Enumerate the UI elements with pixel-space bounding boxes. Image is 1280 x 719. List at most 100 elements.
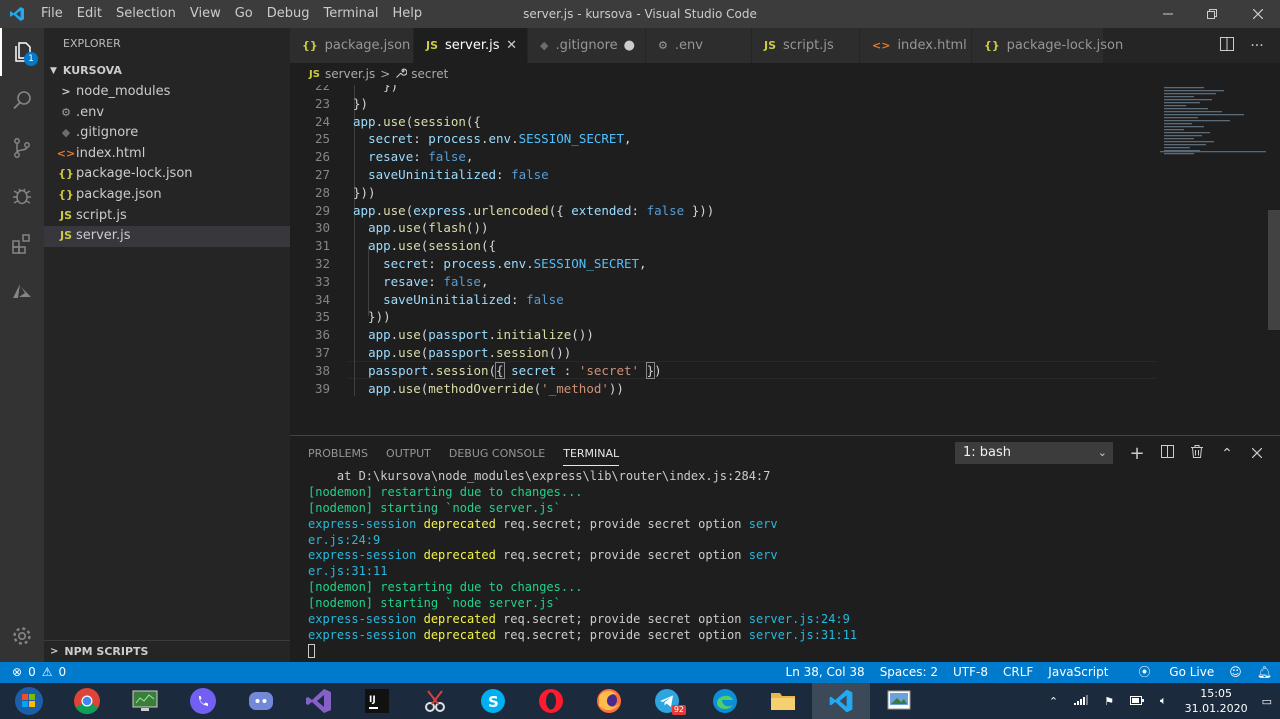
problems-status[interactable]: ⊗ 0 ⚠ 0: [12, 662, 66, 683]
encoding[interactable]: UTF-8: [953, 662, 988, 683]
tab-output[interactable]: OUTPUT: [386, 436, 431, 471]
taskbar-task-manager[interactable]: [116, 683, 174, 719]
skype-icon: S: [481, 689, 505, 713]
taskbar-telegram[interactable]: 92: [638, 683, 696, 719]
file-tree-label: node_modules: [76, 84, 171, 99]
taskbar-opera[interactable]: [522, 683, 580, 719]
editor-tab[interactable]: JS server.js ✕: [414, 28, 528, 63]
more-actions-button[interactable]: ···: [1242, 38, 1272, 54]
menu-debug[interactable]: Debug: [260, 0, 317, 28]
menu-terminal[interactable]: Terminal: [317, 0, 386, 28]
file-tree-item[interactable]: > node_modules: [44, 82, 290, 103]
file-tree-item[interactable]: {} package-lock.json: [44, 164, 290, 185]
terminal-output[interactable]: at D:\kursova\node_modules\express\lib\r…: [308, 469, 1268, 660]
taskbar-edge[interactable]: [696, 683, 754, 719]
terminal-select[interactable]: 1: bash ⌄: [955, 442, 1113, 464]
breadcrumb-file[interactable]: server.js: [325, 67, 375, 81]
taskbar-paint[interactable]: [870, 683, 928, 719]
code-editor[interactable]: 22 }) 23}) 24 app.use(session({ 25 secret…: [290, 85, 1280, 435]
taskbar-skype[interactable]: S: [464, 683, 522, 719]
file-tree-item[interactable]: ⚙ .env: [44, 103, 290, 124]
editor-tab[interactable]: JS script.js: [752, 28, 860, 63]
manage-activity[interactable]: [0, 612, 44, 660]
split-terminal-button[interactable]: [1152, 445, 1182, 462]
start-button[interactable]: [0, 683, 58, 719]
line-number: 23: [314, 95, 330, 111]
editor-tab[interactable]: {} package.json: [290, 28, 414, 63]
minimize-button[interactable]: [1148, 0, 1188, 28]
go-live-button[interactable]: ⦿ Go Live: [1123, 662, 1214, 683]
flag-icon[interactable]: ⚑: [1104, 695, 1114, 708]
extensions-activity[interactable]: [0, 220, 44, 268]
taskbar-snipping-tool[interactable]: [406, 683, 464, 719]
tab-problems[interactable]: PROBLEMS: [308, 436, 368, 471]
show-hidden-icons-button[interactable]: ⌃: [1049, 695, 1058, 708]
chevron-right-icon: >: [50, 646, 59, 657]
file-tree-item[interactable]: JS script.js: [44, 206, 290, 227]
taskbar-viber[interactable]: [174, 683, 232, 719]
source-control-activity[interactable]: [0, 124, 44, 172]
visual-studio-icon: [306, 689, 331, 713]
azure-activity[interactable]: [0, 268, 44, 316]
indentation[interactable]: Spaces: 2: [880, 662, 938, 683]
file-tree-item[interactable]: ◆ .gitignore: [44, 123, 290, 144]
tab-terminal[interactable]: TERMINAL: [563, 442, 620, 466]
taskbar-firefox[interactable]: [580, 683, 638, 719]
taskbar-file-explorer[interactable]: [754, 683, 812, 719]
editor-tab[interactable]: {} package-lock.json: [972, 28, 1123, 63]
menu-selection[interactable]: Selection: [109, 0, 183, 28]
split-editor-button[interactable]: [1212, 36, 1242, 55]
editor-scrollbar[interactable]: [1268, 210, 1280, 330]
volume-icon[interactable]: 🔈︎: [1160, 694, 1167, 708]
language-mode[interactable]: JavaScript: [1048, 662, 1108, 683]
folder-header[interactable]: ▼ KURSOVA: [44, 60, 290, 82]
menu-help[interactable]: Help: [385, 0, 429, 28]
tab-debug-console[interactable]: DEBUG CONSOLE: [449, 436, 545, 471]
editor-tab[interactable]: ⚙ .env: [646, 28, 752, 63]
minimap[interactable]: [1160, 85, 1266, 165]
file-tree-item[interactable]: {} package.json: [44, 185, 290, 206]
taskbar-vscode[interactable]: [812, 683, 870, 719]
taskbar-chrome[interactable]: [58, 683, 116, 719]
line-number: 32: [314, 256, 330, 271]
menu-bar: File Edit Selection View Go Debug Termin…: [34, 0, 429, 28]
npm-scripts-section[interactable]: > NPM SCRIPTS: [44, 640, 290, 662]
debug-activity[interactable]: [0, 172, 44, 220]
menu-edit[interactable]: Edit: [70, 0, 109, 28]
explorer-activity[interactable]: 1: [0, 28, 44, 76]
file-tree-item[interactable]: <> index.html: [44, 144, 290, 165]
close-window-button[interactable]: [1236, 0, 1280, 28]
taskbar-intellij[interactable]: IJ: [348, 683, 406, 719]
bell-icon[interactable]: 🔔︎: [1257, 662, 1272, 683]
menu-file[interactable]: File: [34, 0, 70, 28]
close-panel-button[interactable]: [1242, 446, 1272, 462]
close-icon: [1253, 9, 1263, 19]
file-tree-item[interactable]: JS server.js: [44, 226, 290, 247]
feedback-icon[interactable]: ☺: [1229, 662, 1242, 683]
menu-go[interactable]: Go: [228, 0, 260, 28]
file-tree-label: script.js: [76, 207, 127, 223]
kill-terminal-button[interactable]: [1182, 445, 1212, 462]
error-count: 0: [28, 665, 36, 679]
tab-list: {} package.json JS server.js ✕ ◆ .gitignore ● ⚙.…: [290, 28, 1123, 63]
clock[interactable]: 15:05 31.01.2020: [1185, 686, 1248, 716]
cursor-position[interactable]: Ln 38, Col 38: [786, 662, 865, 683]
maximize-button[interactable]: [1188, 0, 1236, 28]
close-tab-icon[interactable]: ✕: [506, 28, 517, 63]
unsaved-dot-icon[interactable]: ●: [624, 28, 635, 63]
end-of-line[interactable]: CRLF: [1003, 662, 1033, 683]
breadcrumb-symbol[interactable]: secret: [411, 67, 448, 81]
search-activity[interactable]: [0, 76, 44, 124]
editor-tab[interactable]: ◆ .gitignore ●: [528, 28, 646, 63]
network-icon[interactable]: [1074, 694, 1089, 708]
maximize-panel-button[interactable]: ⌃: [1212, 446, 1242, 462]
editor-tab[interactable]: <> index.html: [860, 28, 972, 63]
notifications-icon[interactable]: ▭: [1262, 695, 1272, 708]
taskbar-discord[interactable]: [232, 683, 290, 719]
menu-view[interactable]: View: [183, 0, 228, 28]
source-control-icon: [14, 138, 30, 158]
battery-icon[interactable]: [1130, 695, 1144, 708]
new-terminal-button[interactable]: +: [1122, 443, 1152, 464]
taskbar-visual-studio[interactable]: [290, 683, 348, 719]
line-number: 39: [314, 380, 330, 396]
